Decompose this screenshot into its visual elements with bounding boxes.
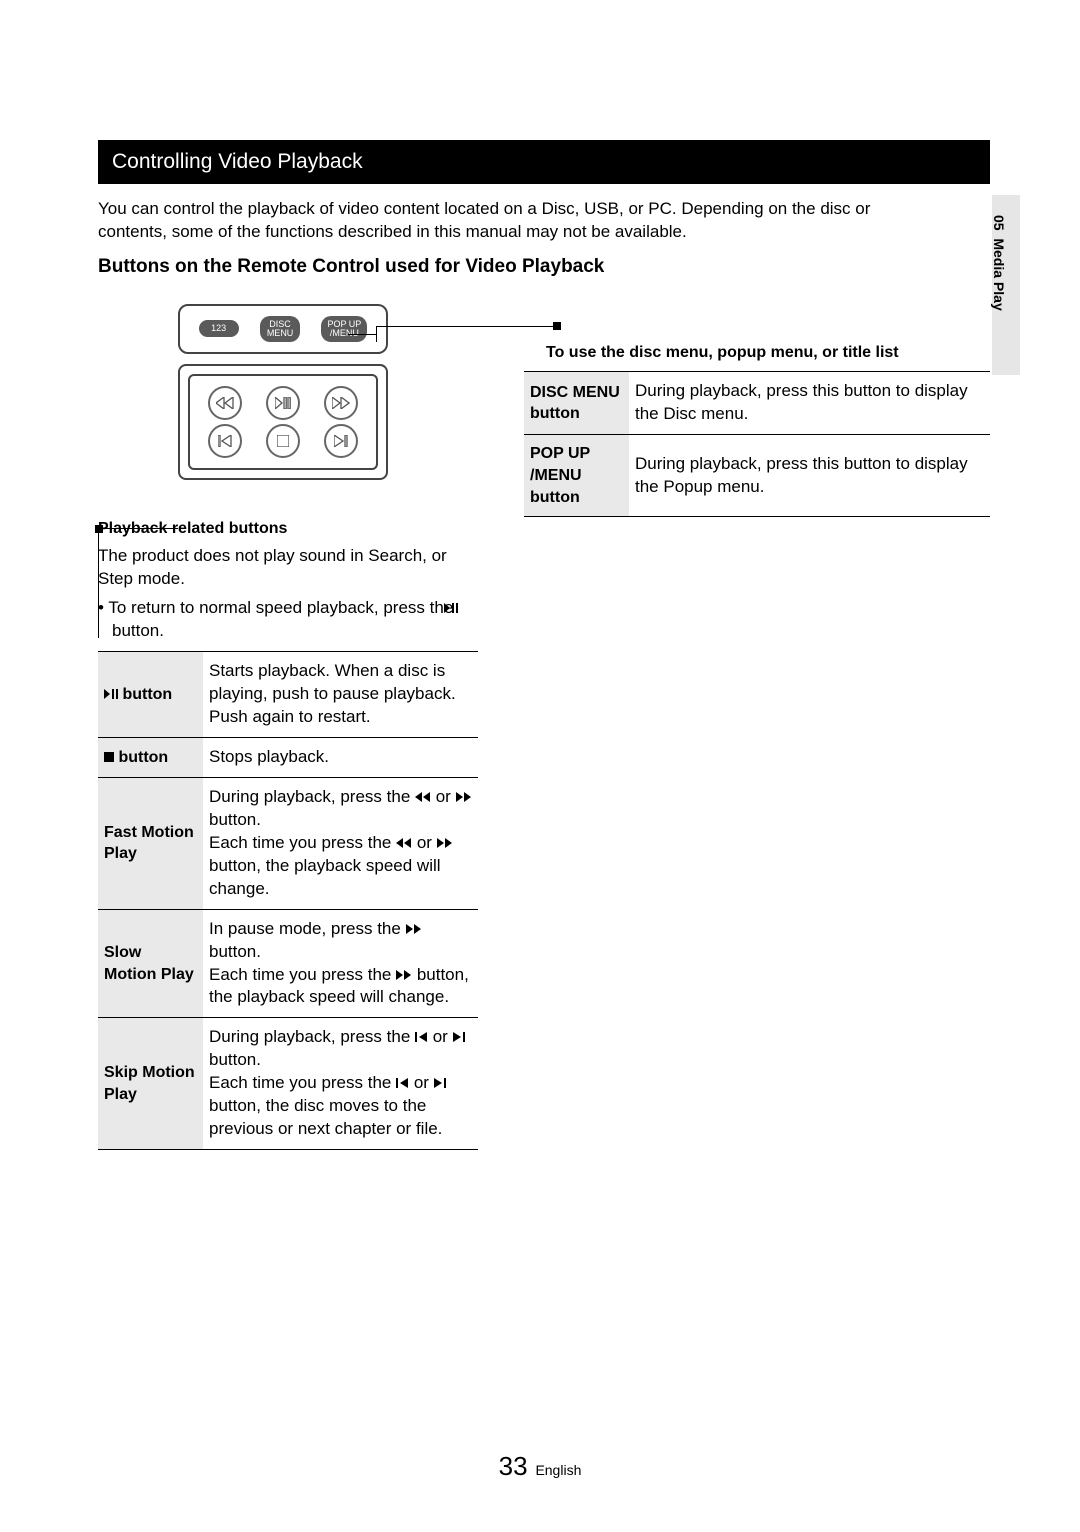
remote-disc-l2: MENU (266, 329, 294, 338)
cell-value: During playback, press this button to di… (629, 435, 990, 517)
remote-diagram: 123 DISC MENU POP UP /MENU (98, 304, 478, 500)
leader-line-2a (348, 334, 376, 335)
cell-key: button (98, 652, 203, 738)
cell-value: During playback, press the or button. Ea… (203, 777, 478, 909)
stop-inline-icon (104, 747, 114, 769)
cell-key: Slow Motion Play (98, 909, 203, 1018)
rewind-icon (208, 386, 242, 420)
skip-back-inline-icon (396, 1072, 409, 1095)
fast-forward-inline-icon (406, 918, 422, 941)
page-footer: 33 English (0, 1449, 1080, 1484)
cell-key: Skip Motion Play (98, 1018, 203, 1150)
cell-value: Starts playback. When a disc is playing,… (203, 652, 478, 738)
leader-dot-2 (553, 322, 561, 330)
section-header: Controlling Video Playback (98, 140, 990, 184)
skip-back-inline-icon (415, 1026, 428, 1049)
t: or (428, 1027, 453, 1046)
fast-forward-inline-icon (456, 786, 472, 809)
t: Each time you press the (209, 833, 396, 852)
play-pause-inline-icon (104, 684, 118, 706)
playback-table: button Starts playback. When a disc is p… (98, 651, 478, 1150)
remote-disc-menu-button: DISC MENU (260, 316, 300, 342)
t: button, the playback speed will change. (209, 856, 441, 898)
page-number: 33 (499, 1451, 528, 1481)
t: During playback, press the (209, 1027, 415, 1046)
skip-forward-inline-icon (434, 1072, 447, 1095)
t: button. (209, 1050, 261, 1069)
intro-text: You can control the playback of video co… (98, 198, 990, 244)
cell-key: POP UP /MENU button (524, 435, 629, 517)
table-row: DISC MENU button During playback, press … (524, 372, 990, 435)
cell-value: In pause mode, press the button. Each ti… (203, 909, 478, 1018)
play-pause-icon (266, 386, 300, 420)
remote-123-button: 123 (199, 320, 239, 337)
t: Each time you press the (209, 965, 396, 984)
k-post: button (114, 749, 168, 766)
fast-forward-icon (324, 386, 358, 420)
table-row: button Starts playback. When a disc is p… (98, 652, 478, 738)
remote-bottom-group (178, 364, 388, 480)
skip-forward-icon (324, 424, 358, 458)
cell-key: DISC MENU button (524, 372, 629, 435)
t: or (409, 1073, 434, 1092)
table-row: POP UP /MENU button During playback, pre… (524, 435, 990, 517)
menu-table: DISC MENU button During playback, press … (524, 371, 990, 517)
t: button, the disc moves to the previous o… (209, 1096, 442, 1138)
skip-back-icon (208, 424, 242, 458)
cell-value: Stops playback. (203, 738, 478, 778)
remote-popup-menu-button: POP UP /MENU (321, 316, 367, 342)
cell-key: button (98, 738, 203, 778)
skip-forward-inline-icon (453, 1026, 466, 1049)
page-lang: English (535, 1462, 581, 1478)
table-row: button Stops playback. (98, 738, 478, 778)
t: or (412, 833, 437, 852)
menu-section-title: To use the disc menu, popup menu, or tit… (546, 342, 990, 364)
cell-value: During playback, press the or button. Ea… (203, 1018, 478, 1150)
leader-line-2v (376, 326, 377, 342)
t: Each time you press the (209, 1073, 396, 1092)
remote-top-group: 123 DISC MENU POP UP /MENU (178, 304, 388, 354)
cell-key: Fast Motion Play (98, 777, 203, 909)
leader-line-1 (98, 528, 178, 638)
t: During playback, press the (209, 787, 415, 806)
table-row: Fast Motion Play During playback, press … (98, 777, 478, 909)
t: In pause mode, press the (209, 919, 406, 938)
t: button. (209, 942, 261, 961)
fast-forward-inline-icon (437, 832, 453, 855)
cell-value: During playback, press this button to di… (629, 372, 990, 435)
table-row: Slow Motion Play In pause mode, press th… (98, 909, 478, 1018)
subheading: Buttons on the Remote Control used for V… (98, 254, 990, 280)
rewind-inline-icon (415, 786, 431, 809)
k-post: button (118, 686, 172, 703)
fast-forward-inline-icon (396, 964, 412, 987)
t: button. (209, 810, 261, 829)
rewind-inline-icon (396, 832, 412, 855)
leader-line-2b (376, 326, 556, 327)
t: or (431, 787, 456, 806)
stop-icon (266, 424, 300, 458)
table-row: Skip Motion Play During playback, press … (98, 1018, 478, 1150)
